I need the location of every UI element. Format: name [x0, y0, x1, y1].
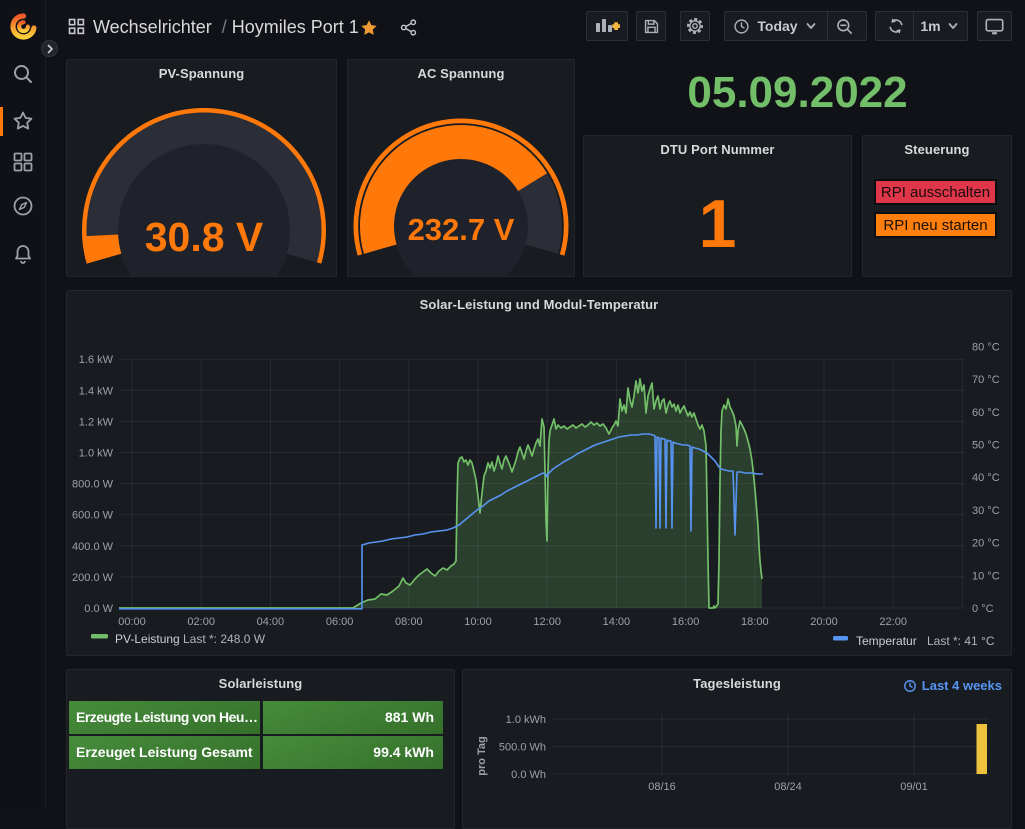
svg-text:30.8 V: 30.8 V [145, 214, 264, 260]
svg-text:0.0 Wh: 0.0 Wh [511, 769, 546, 781]
svg-text:00:00: 00:00 [118, 616, 146, 628]
svg-text:1.0 kW: 1.0 kW [79, 448, 114, 460]
svg-text:10 °C: 10 °C [972, 570, 1000, 582]
svg-text:0 °C: 0 °C [972, 603, 994, 615]
svg-text:Last *: 41 °C: Last *: 41 °C [927, 634, 995, 648]
svg-text:18:00: 18:00 [741, 616, 769, 628]
svg-text:70 °C: 70 °C [972, 374, 1000, 386]
svg-text:20:00: 20:00 [810, 616, 838, 628]
svg-text:80 °C: 80 °C [972, 341, 1000, 353]
svg-text:60 °C: 60 °C [972, 407, 1000, 419]
svg-text:Last *: 248.0 W: Last *: 248.0 W [183, 632, 266, 646]
svg-text:02:00: 02:00 [187, 616, 215, 628]
svg-text:09/01: 09/01 [900, 781, 928, 793]
svg-text:30 °C: 30 °C [972, 505, 1000, 517]
svg-text:Temperatur: Temperatur [856, 634, 917, 648]
svg-text:1.6 kW: 1.6 kW [79, 354, 114, 366]
svg-text:PV-Leistung: PV-Leistung [115, 632, 180, 646]
svg-text:232.7 V: 232.7 V [408, 212, 515, 247]
svg-text:1.0 kWh: 1.0 kWh [506, 714, 546, 726]
svg-text:pro Tag: pro Tag [476, 736, 488, 776]
svg-text:14:00: 14:00 [603, 616, 631, 628]
svg-text:800.0 W: 800.0 W [72, 479, 114, 491]
svg-text:40 °C: 40 °C [972, 472, 1000, 484]
svg-text:12:00: 12:00 [533, 616, 561, 628]
svg-text:08:00: 08:00 [395, 616, 423, 628]
svg-text:0.0 W: 0.0 W [84, 603, 113, 615]
svg-text:50 °C: 50 °C [972, 440, 1000, 452]
svg-text:08/24: 08/24 [774, 781, 802, 793]
svg-text:08/16: 08/16 [648, 781, 676, 793]
svg-text:22:00: 22:00 [879, 616, 907, 628]
svg-text:16:00: 16:00 [672, 616, 700, 628]
svg-text:04:00: 04:00 [257, 616, 285, 628]
svg-text:400.0 W: 400.0 W [72, 541, 114, 553]
svg-text:20 °C: 20 °C [972, 538, 1000, 550]
svg-text:600.0 W: 600.0 W [72, 510, 114, 522]
svg-text:06:00: 06:00 [326, 616, 354, 628]
svg-text:10:00: 10:00 [464, 616, 492, 628]
svg-text:200.0 W: 200.0 W [72, 572, 114, 584]
svg-text:1.4 kW: 1.4 kW [79, 385, 114, 397]
svg-text:1.2 kW: 1.2 kW [79, 416, 114, 428]
svg-text:500.0 Wh: 500.0 Wh [499, 742, 546, 754]
